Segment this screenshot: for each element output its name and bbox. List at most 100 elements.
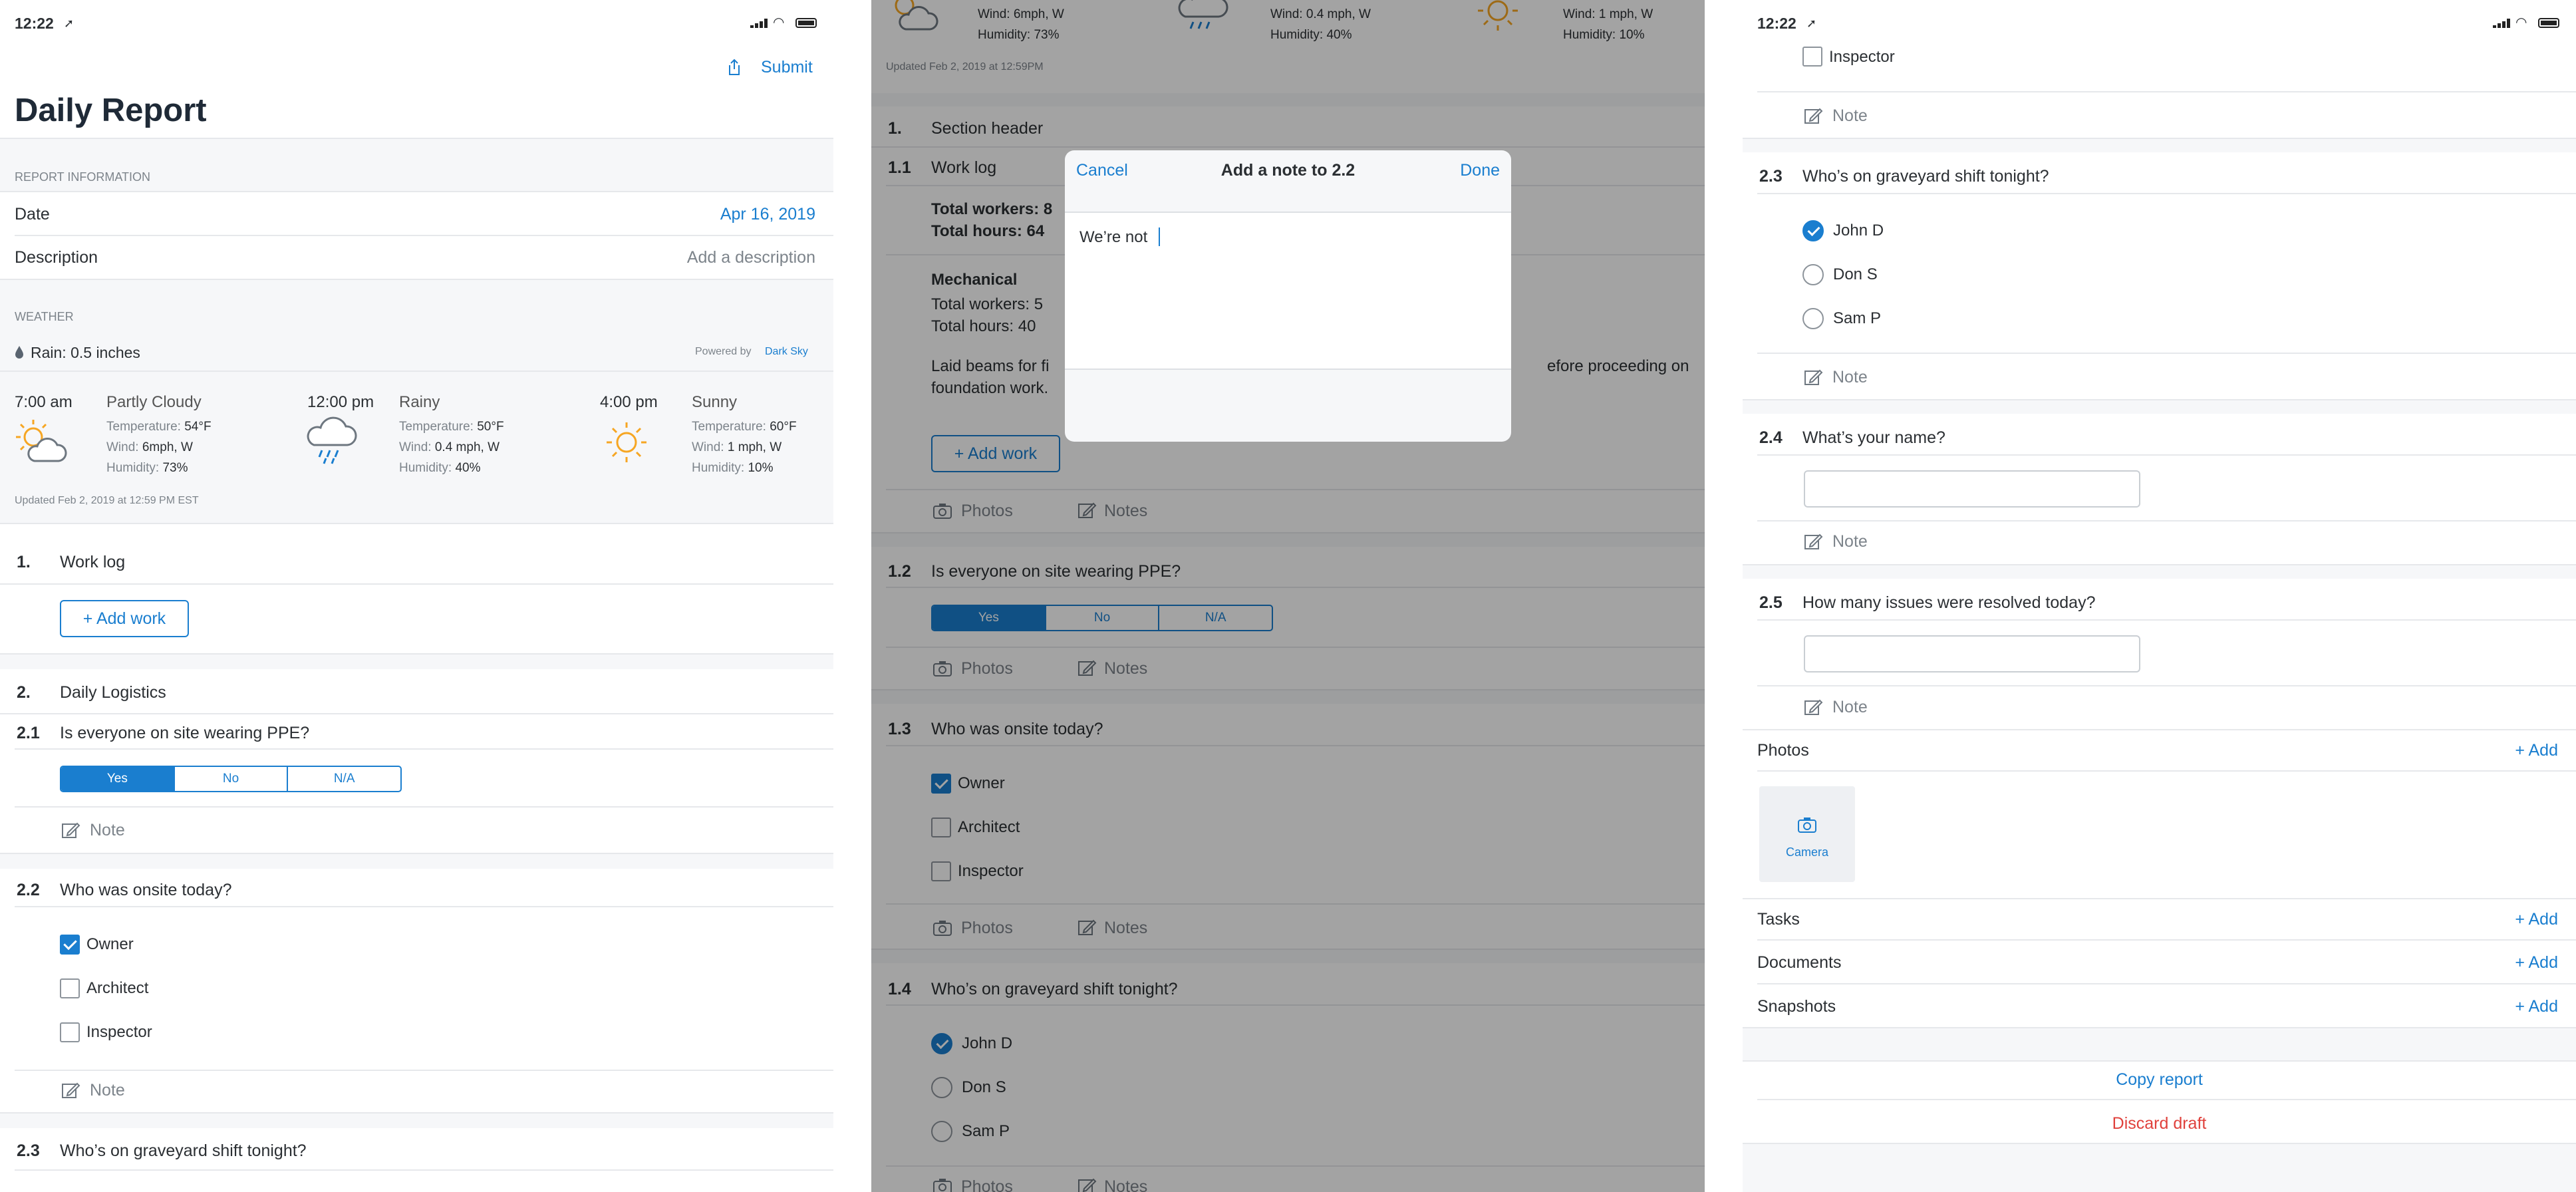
note-button[interactable]: Note: [1832, 533, 1868, 550]
weather-updated: Updated Feb 2, 2019 at 12:59 PM EST: [15, 495, 199, 506]
share-icon[interactable]: [727, 59, 742, 76]
signal-icon: [2493, 19, 2511, 28]
note-button[interactable]: Note: [1832, 699, 1868, 716]
humidity-label: Humidity:: [692, 461, 745, 475]
forecast-condition: Partly Cloudy: [106, 393, 202, 411]
add-work-button[interactable]: + Add work: [60, 600, 189, 637]
temperature-label: Temperature:: [692, 420, 766, 434]
radio-label: John D: [1833, 222, 1884, 239]
daily-report-screen: 12:22 ➚ ◠ Submit Daily Report REPORT INF…: [0, 0, 833, 1192]
segment-no[interactable]: No: [175, 767, 289, 791]
powered-by: Powered by: [695, 346, 752, 357]
question-text: Who’s on graveyard shift tonight?: [60, 1141, 307, 1160]
add-document-button[interactable]: + Add: [2515, 955, 2558, 971]
note-button[interactable]: Note: [90, 822, 125, 839]
question-text: Who’s on graveyard shift tonight?: [1802, 167, 2049, 186]
note-icon[interactable]: [1804, 698, 1823, 716]
note-text: We’re not: [1079, 228, 1148, 246]
text-cursor: [1159, 227, 1160, 246]
question-text: Who was onsite today?: [60, 881, 232, 899]
checkbox-label: Inspector: [86, 1023, 152, 1041]
question-number: 2.5: [1759, 593, 1783, 612]
submit-button[interactable]: Submit: [761, 59, 813, 76]
radio-label: Don S: [1833, 265, 1878, 283]
radio-sam-p[interactable]: [1802, 308, 1824, 329]
location-icon: ➚: [64, 17, 74, 30]
section-number: 1.: [17, 553, 31, 571]
camera-tile[interactable]: Camera: [1759, 786, 1855, 882]
note-button[interactable]: Note: [90, 1082, 125, 1099]
camera-icon: [1798, 818, 1816, 833]
note-icon[interactable]: [1804, 532, 1823, 551]
note-button[interactable]: Note: [1832, 108, 1868, 124]
battery-icon: [2538, 18, 2559, 28]
checkbox-owner[interactable]: [60, 935, 80, 955]
done-button[interactable]: Done: [1460, 162, 1500, 179]
wind-label: Wind:: [692, 440, 724, 454]
add-photo-button[interactable]: + Add: [2515, 742, 2558, 759]
raindrop-icon: [15, 346, 23, 359]
status-time: 12:22: [1757, 15, 1796, 32]
snapshots-label: Snapshots: [1757, 997, 1836, 1016]
wind-value: 6mph, W: [142, 440, 193, 454]
report-info-header: REPORT INFORMATION: [15, 170, 151, 184]
wifi-icon: ◠: [2515, 15, 2527, 30]
copy-report-button[interactable]: Copy report: [1743, 1072, 2576, 1088]
humidity-value: 73%: [162, 461, 188, 475]
note-textarea[interactable]: We’re not: [1065, 213, 1511, 369]
add-task-button[interactable]: + Add: [2515, 911, 2558, 928]
section-title: Work log: [60, 553, 126, 571]
signal-icon: [750, 19, 769, 28]
tasks-label: Tasks: [1757, 910, 1800, 929]
note-button[interactable]: Note: [1832, 369, 1868, 386]
rain-amount: Rain: 0.5 inches: [31, 344, 140, 361]
wind-value: 1 mph, W: [727, 440, 782, 454]
note-icon[interactable]: [1804, 106, 1823, 125]
forecast-block: 7:00 am Partly Cloudy Temperature: 54°F …: [0, 372, 293, 492]
checkbox-label: Owner: [86, 935, 134, 953]
temperature-value: 54°F: [184, 420, 212, 434]
note-icon[interactable]: [61, 1081, 80, 1100]
note-icon[interactable]: [61, 821, 80, 839]
segment-na[interactable]: N/A: [288, 767, 400, 791]
discard-draft-button[interactable]: Discard draft: [1743, 1116, 2576, 1132]
photos-label: Photos: [1757, 741, 1809, 760]
date-row[interactable]: Date Apr 16, 2019: [0, 192, 833, 235]
description-label: Description: [15, 248, 98, 267]
temperature-label: Temperature:: [106, 420, 181, 434]
sun-icon: [607, 422, 646, 462]
page-title: Daily Report: [15, 92, 207, 128]
temperature-value: 60°F: [770, 420, 797, 434]
report-bottom-screen: 12:22 ➚ ◠ Inspector Note 2.3 Who’s on gr…: [1743, 0, 2576, 1192]
radio-john-d[interactable]: [1802, 220, 1824, 241]
forecast-condition: Sunny: [692, 393, 738, 411]
question-number: 2.3: [17, 1141, 40, 1160]
battery-icon: [795, 18, 817, 28]
dark-sky-link[interactable]: Dark Sky: [765, 347, 808, 357]
temperature-value: 50°F: [477, 420, 504, 434]
checkbox-label: Architect: [86, 979, 149, 997]
description-row[interactable]: Description Add a description: [0, 236, 833, 279]
question-number: 2.3: [1759, 167, 1783, 186]
date-value[interactable]: Apr 16, 2019: [720, 206, 815, 223]
partly-cloudy-icon: [16, 420, 67, 462]
issues-resolved-input[interactable]: [1804, 635, 2140, 672]
temperature-label: Temperature:: [399, 420, 474, 434]
modal-title: Add a note to 2.2: [1220, 161, 1356, 180]
note-icon[interactable]: [1804, 368, 1823, 386]
section-title: Daily Logistics: [60, 683, 166, 702]
forecast-time: 7:00 am: [15, 393, 72, 411]
segment-yes[interactable]: Yes: [61, 767, 175, 791]
checkbox-inspector[interactable]: [60, 1022, 80, 1042]
description-input[interactable]: Add a description: [687, 249, 815, 266]
checkbox-inspector[interactable]: [1802, 47, 1822, 67]
report-with-note-modal: Wind: 6mph, W Humidity: 73% Wind: 0.4 mp…: [871, 0, 1705, 1192]
checkbox-architect[interactable]: [60, 978, 80, 998]
ppe-segmented-control[interactable]: Yes No N/A: [60, 766, 402, 792]
add-snapshot-button[interactable]: + Add: [2515, 998, 2558, 1015]
checkbox-label: Inspector: [1829, 48, 1895, 66]
humidity-value: 40%: [455, 461, 481, 475]
location-icon: ➚: [1806, 17, 1817, 30]
name-input[interactable]: [1804, 470, 2140, 508]
radio-don-s[interactable]: [1802, 264, 1824, 285]
